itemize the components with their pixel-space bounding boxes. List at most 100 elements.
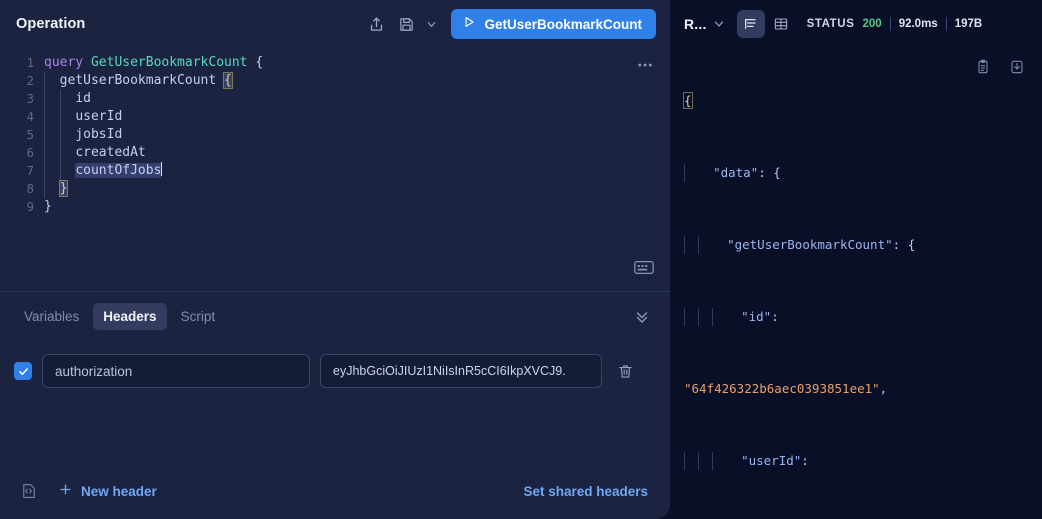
indent-guide bbox=[684, 164, 698, 182]
indent-guide bbox=[684, 452, 698, 470]
code-text: query GetUserBookmarkCount { bbox=[44, 54, 670, 72]
code-line-4: 4 userId bbox=[0, 108, 670, 126]
json-line: "data": { bbox=[684, 164, 1042, 182]
keyboard-icon[interactable] bbox=[634, 260, 654, 281]
json-punct: : bbox=[801, 453, 809, 468]
token-operation-name: GetUserBookmarkCount bbox=[90, 55, 248, 70]
line-number: 4 bbox=[26, 109, 34, 124]
line-number: 1 bbox=[26, 55, 34, 70]
json-brace-matched: { bbox=[683, 92, 693, 109]
json-view-icon[interactable] bbox=[736, 10, 765, 38]
new-header-button[interactable]: New header bbox=[58, 482, 157, 500]
json-key: "data" bbox=[713, 165, 759, 180]
response-title: R... bbox=[684, 16, 707, 32]
plus-icon bbox=[58, 482, 73, 500]
header-value-input[interactable]: eyJhbGciOiJIUzI1NiIsInR5cCI6IkpXVCJ9. bbox=[320, 354, 602, 388]
token-root-field: getUserBookmarkCount bbox=[59, 73, 217, 88]
json-string-value: "64f426322b6aec0393851ee1" bbox=[684, 381, 880, 396]
indent-guide bbox=[59, 108, 77, 126]
code-text: countOfJobs bbox=[44, 162, 670, 180]
indent-guide bbox=[684, 308, 698, 326]
line-number: 5 bbox=[26, 127, 34, 142]
indent-guide bbox=[59, 126, 77, 144]
indent-guide bbox=[59, 162, 77, 180]
operation-panel: Operation GetUserBookmarkCount 1 query G… bbox=[0, 0, 670, 519]
line-number: 6 bbox=[26, 145, 34, 160]
indent-guide bbox=[44, 144, 61, 162]
response-json[interactable]: { "data": { "getUserBookmarkCount": { "i… bbox=[670, 48, 1042, 519]
chevrons-down-icon[interactable] bbox=[628, 302, 656, 330]
save-icon[interactable] bbox=[391, 9, 421, 39]
tab-variables[interactable]: Variables bbox=[14, 303, 89, 330]
header-enabled-checkbox[interactable] bbox=[14, 362, 32, 380]
indent-guide bbox=[698, 308, 712, 326]
meta-separator bbox=[889, 17, 891, 31]
bulk-edit-icon[interactable] bbox=[20, 482, 38, 500]
trash-icon[interactable] bbox=[612, 358, 638, 384]
indent-guide bbox=[712, 452, 726, 470]
line-number: 3 bbox=[26, 91, 34, 106]
json-line-wrapped: "64f426322b6aec0393851ee1", bbox=[684, 380, 1042, 398]
json-key: "id" bbox=[741, 309, 772, 324]
code-line-3: 3 id bbox=[0, 90, 670, 108]
token-brace: { bbox=[255, 55, 264, 70]
tab-headers[interactable]: Headers bbox=[93, 302, 167, 330]
indent-guide bbox=[44, 72, 61, 90]
code-text: userId bbox=[44, 108, 670, 126]
copy-icon[interactable] bbox=[972, 56, 994, 78]
json-key: "getUserBookmarkCount" bbox=[727, 237, 893, 252]
set-shared-headers-link[interactable]: Set shared headers bbox=[523, 484, 648, 499]
token-field: jobsId bbox=[75, 127, 123, 142]
response-actions bbox=[972, 56, 1028, 78]
indent-guide bbox=[684, 236, 698, 254]
save-options-chevron-down-icon[interactable] bbox=[421, 10, 441, 38]
line-number: 7 bbox=[26, 163, 34, 178]
line-number: 2 bbox=[26, 73, 34, 88]
run-operation-label: GetUserBookmarkCount bbox=[484, 16, 642, 32]
code-lines: 1 query GetUserBookmarkCount { 2 getUser… bbox=[0, 48, 670, 216]
json-line: "userId": bbox=[684, 452, 1042, 470]
share-icon[interactable] bbox=[361, 9, 391, 39]
response-body: { "data": { "getUserBookmarkCount": { "i… bbox=[670, 48, 1042, 519]
header-key-input[interactable]: authorization bbox=[42, 354, 310, 388]
response-size: 197B bbox=[954, 18, 983, 30]
status-code: 200 bbox=[862, 18, 882, 30]
token-brace: } bbox=[44, 199, 52, 214]
query-editor[interactable]: 1 query GetUserBookmarkCount { 2 getUser… bbox=[0, 48, 670, 291]
token-brace-matched: } bbox=[58, 180, 69, 197]
json-line: "getUserBookmarkCount": { bbox=[684, 236, 1042, 254]
indent-guide bbox=[44, 180, 61, 198]
code-line-1: 1 query GetUserBookmarkCount { bbox=[0, 54, 670, 72]
operation-tabs: Variables Headers Script bbox=[0, 292, 670, 340]
token-field-selected: countOfJobs bbox=[75, 163, 162, 178]
json-line: "id": bbox=[684, 308, 1042, 326]
code-line-8: 8 } bbox=[0, 180, 670, 198]
line-number: 8 bbox=[26, 181, 34, 196]
response-panel: R... STATUS 200 92.0ms 197B {"data": {… bbox=[670, 0, 1042, 519]
table-view-icon[interactable] bbox=[767, 10, 795, 38]
response-time: 92.0ms bbox=[898, 18, 938, 30]
headers-list: authorization eyJhbGciOiJIUzI1NiIsInR5cC… bbox=[0, 340, 670, 463]
download-icon[interactable] bbox=[1006, 56, 1028, 78]
text-cursor bbox=[161, 162, 163, 176]
token-keyword: query bbox=[44, 55, 84, 70]
tab-script[interactable]: Script bbox=[171, 303, 226, 330]
response-toolbar: R... STATUS 200 92.0ms 197B bbox=[670, 0, 1042, 48]
json-punct: , bbox=[879, 381, 888, 396]
code-line-7: 7 countOfJobs bbox=[0, 162, 670, 180]
json-key: "userId" bbox=[741, 453, 802, 468]
json-punct: : { bbox=[892, 237, 916, 252]
response-chevron-down-icon[interactable] bbox=[709, 10, 729, 38]
run-operation-button[interactable]: GetUserBookmarkCount bbox=[451, 9, 656, 39]
header-row: authorization eyJhbGciOiJIUzI1NiIsInR5cC… bbox=[14, 354, 656, 388]
new-header-label: New header bbox=[81, 483, 157, 499]
token-brace-matched: { bbox=[223, 72, 233, 89]
indent-guide bbox=[698, 452, 712, 470]
play-icon bbox=[462, 15, 476, 34]
code-text: id bbox=[44, 90, 670, 108]
json-punct: : { bbox=[758, 165, 781, 180]
graphql-client-window: Operation GetUserBookmarkCount 1 query G… bbox=[0, 0, 1042, 519]
indent-guide bbox=[59, 144, 77, 162]
code-line-5: 5 jobsId bbox=[0, 126, 670, 144]
status-label: STATUS bbox=[806, 18, 855, 30]
